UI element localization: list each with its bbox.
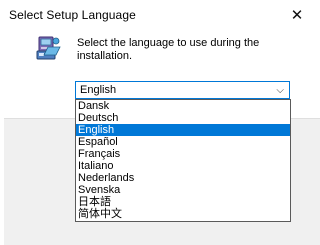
language-option[interactable]: Español [76,136,290,148]
setup-language-dialog: Select Setup Language ✕ Select the langu… [0,0,320,245]
language-option[interactable]: Italiano [76,160,290,172]
language-option[interactable]: Nederlands [76,172,290,184]
language-option[interactable]: Svenska [76,184,290,196]
language-option[interactable]: Français [76,148,290,160]
language-select-value: English [80,84,117,96]
close-button[interactable]: ✕ [274,0,320,30]
language-option[interactable]: 简体中文 [76,208,290,220]
language-select[interactable]: English ⌵ [75,81,290,99]
chevron-down-icon[interactable]: ⌵ [276,84,284,97]
title-bar: Select Setup Language ✕ [0,0,320,30]
language-dropdown-list: Dansk Deutsch English Español Français Italia… [75,99,291,222]
instruction-text: Select the language to use during the in… [77,37,260,62]
language-option[interactable]: Dansk [76,100,290,112]
dialog-title: Select Setup Language [9,8,136,22]
close-icon: ✕ [290,7,304,24]
installer-icon [36,36,61,60]
language-option[interactable]: Deutsch [76,112,290,124]
language-option[interactable]: 日本語 [76,196,290,208]
language-option[interactable]: English [76,124,290,136]
